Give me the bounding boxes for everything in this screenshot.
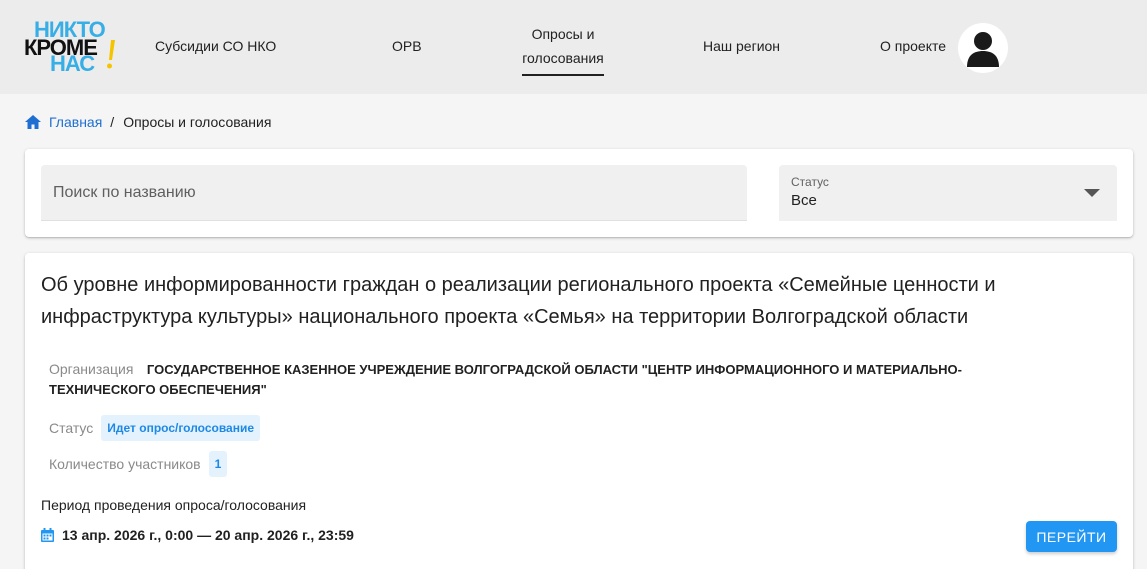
status-select-value: Все <box>791 192 817 209</box>
participants-count-badge: 1 <box>208 451 228 477</box>
logo-exclamation-icon <box>107 40 115 69</box>
period-row: 13 апр. 2026 г., 0:00 — 20 апр. 2026 г.,… <box>41 525 354 545</box>
status-select-label: Статус <box>791 175 829 189</box>
nav-item-subsidies[interactable]: Субсидии СО НКО <box>155 34 276 58</box>
nav-item-surveys[interactable]: Опросы и голосования <box>522 22 604 76</box>
period-label: Период проведения опроса/голосования <box>41 497 307 513</box>
period-dates: 13 апр. 2026 г., 0:00 — 20 апр. 2026 г.,… <box>62 527 354 543</box>
nav-item-about[interactable]: О проекте <box>880 34 946 58</box>
nav-item-surveys-line1: Опросы и <box>531 26 595 42</box>
filter-panel: Статус Все <box>25 149 1133 237</box>
chevron-down-icon <box>1084 189 1100 197</box>
nav-item-surveys-line2: голосования <box>522 50 604 66</box>
status-row: Статус Идет опрос/голосование <box>49 415 261 441</box>
site-header: НИКТО КРОМЕ НАС Субсидии СО НКО ОРВ Опро… <box>0 0 1147 94</box>
breadcrumb-separator: / <box>110 114 115 130</box>
breadcrumb: Главная / Опросы и голосования <box>25 112 271 132</box>
survey-card: Об уровне информированности граждан о ре… <box>25 253 1133 569</box>
calendar-icon <box>41 528 54 542</box>
search-input[interactable] <box>41 165 747 221</box>
home-icon <box>25 115 41 129</box>
logo[interactable]: НИКТО КРОМЕ НАС <box>24 19 119 76</box>
survey-title: Об уровне информированности граждан о ре… <box>41 274 996 328</box>
go-button[interactable]: ПЕРЕЙТИ <box>1026 521 1117 552</box>
user-avatar-icon[interactable] <box>958 23 1008 73</box>
participants-label: Количество участников <box>49 456 201 472</box>
breadcrumb-home-label: Главная <box>49 114 103 130</box>
organization-value: ГОСУДАРСТВЕННОЕ КАЗЕННОЕ УЧРЕЖДЕНИЕ ВОЛГ… <box>49 362 962 397</box>
status-label: Статус <box>49 420 94 436</box>
breadcrumb-current: Опросы и голосования <box>123 114 272 130</box>
organization-label: Организация <box>49 361 134 377</box>
status-select[interactable]: Статус Все <box>779 165 1117 221</box>
status-badge: Идет опрос/голосование <box>101 415 261 441</box>
nav-item-orv[interactable]: ОРВ <box>392 34 422 58</box>
logo-line-3: НАС <box>50 51 95 76</box>
organization-row: Организация ГОСУДАРСТВЕННОЕ КАЗЕННОЕ УЧР… <box>49 359 1049 400</box>
participants-row: Количество участников 1 <box>49 451 228 477</box>
nav-item-region[interactable]: Наш регион <box>703 34 780 58</box>
breadcrumb-home-link[interactable]: Главная <box>25 114 102 130</box>
